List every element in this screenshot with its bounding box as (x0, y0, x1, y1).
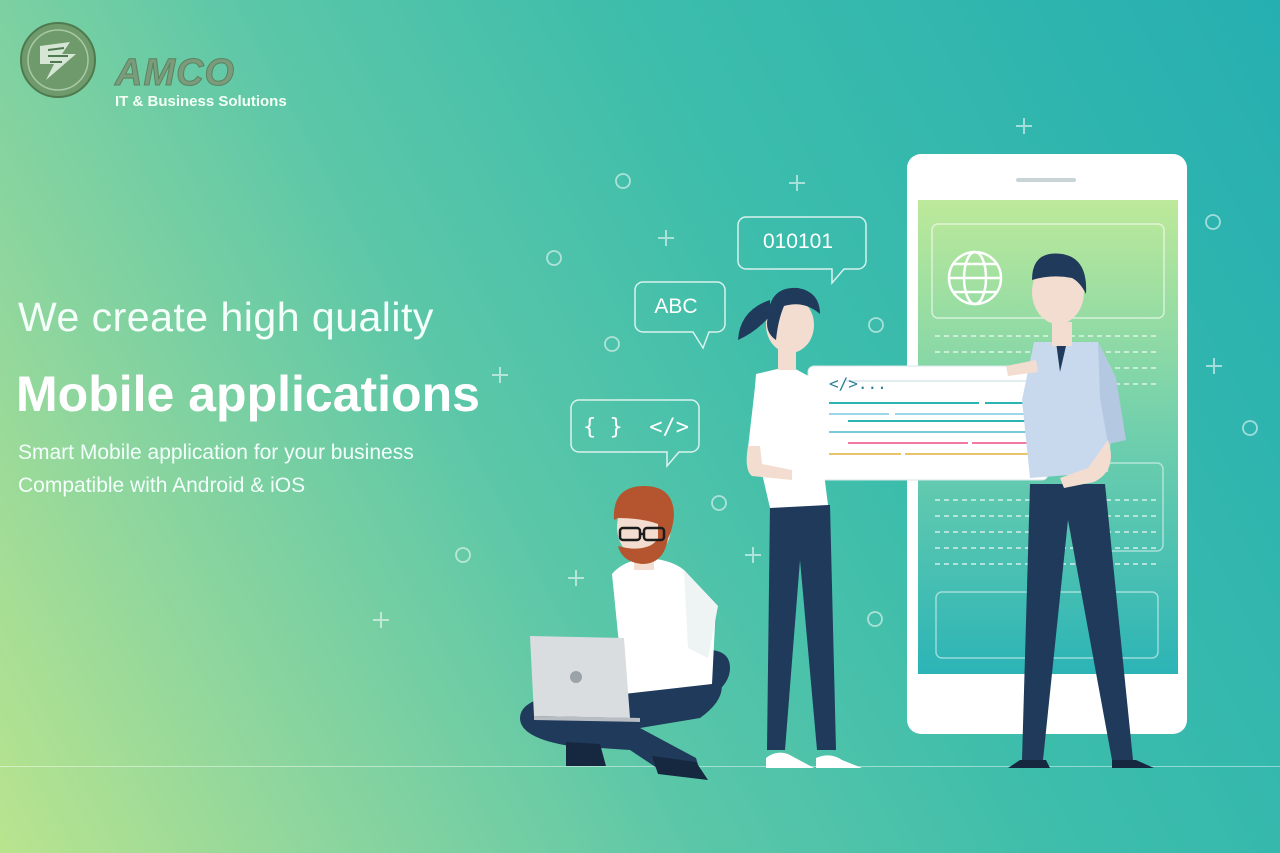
team-illustration: 010101 ABC { } </> </>... (373, 118, 1258, 780)
man-seated (520, 486, 730, 780)
bubble-code-text: { } </> (583, 415, 689, 440)
woman-standing (738, 287, 862, 768)
bubble-binary-text: 010101 (763, 230, 833, 253)
hero-banner: AMCO IT & Business Solutions We create h… (0, 0, 1280, 853)
code-card-text: </>... (829, 374, 887, 393)
bubble-abc-text: ABC (654, 295, 697, 318)
